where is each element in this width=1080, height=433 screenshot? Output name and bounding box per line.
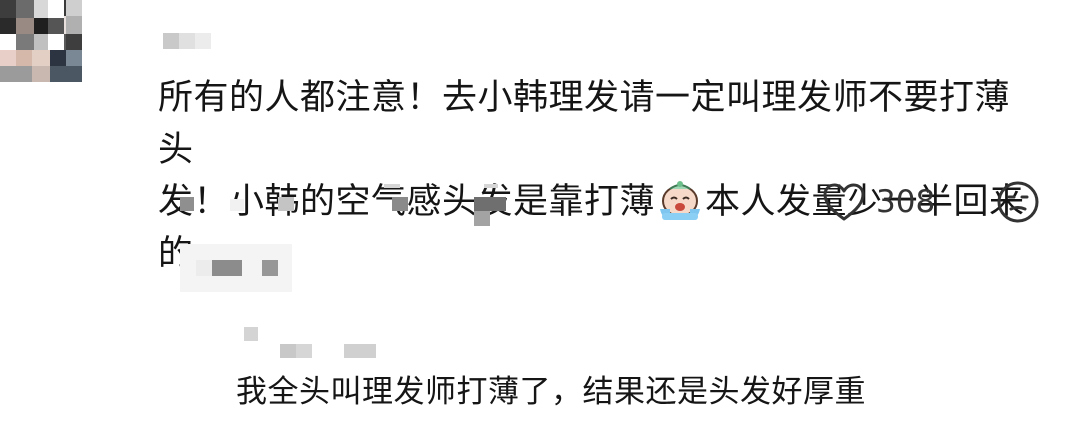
crying-emoji-icon <box>656 179 704 221</box>
reply-avatar[interactable] <box>0 0 64 132</box>
comment-line-1: 所有的人都注意！去小韩理发请一定叫理发师不要打薄头 <box>158 78 1011 170</box>
heart-outline-icon[interactable] <box>822 182 866 222</box>
like-button[interactable]: 308 <box>822 179 935 225</box>
reply-text: 我全头叫理发师打薄了，结果还是头发好厚重 <box>236 374 866 410</box>
unhappy-face-icon[interactable] <box>996 180 1040 224</box>
like-count: 308 <box>876 184 936 220</box>
